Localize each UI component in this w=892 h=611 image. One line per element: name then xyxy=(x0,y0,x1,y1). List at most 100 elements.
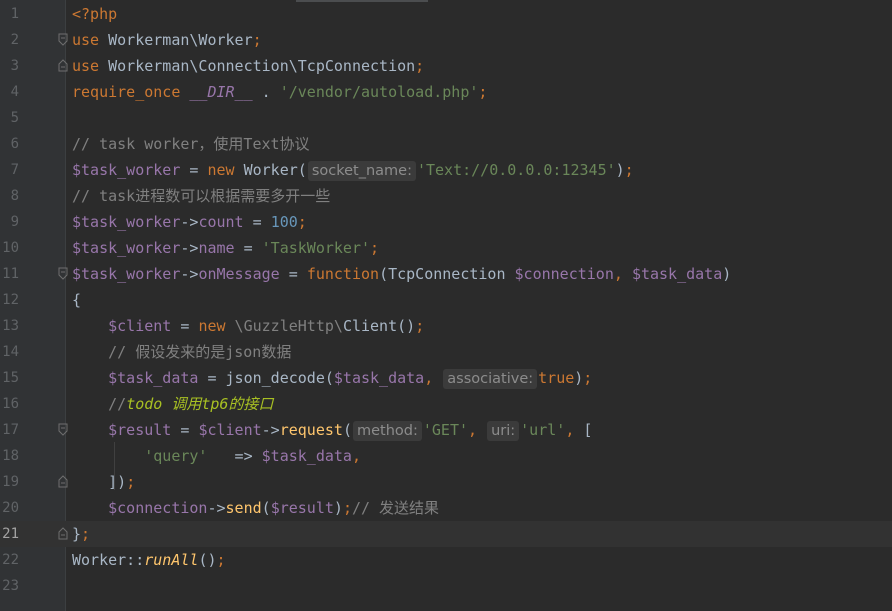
code-text: // task worker，使用Text协议 xyxy=(72,134,310,154)
code-text: $task_worker->onMessage = function(TcpCo… xyxy=(72,264,731,284)
code-token: ; xyxy=(216,551,226,569)
fold-end-icon[interactable] xyxy=(58,59,68,72)
code-token: new xyxy=(207,161,235,179)
code-text: // task进程数可以根据需要多开一些 xyxy=(72,186,330,206)
code-editor[interactable]: 1 <?php 2 use Workerman\Worker; 3 use Workerm… xyxy=(0,0,892,611)
code-token: $client xyxy=(108,317,172,335)
code-token: 'TaskWorker' xyxy=(261,239,371,257)
code-line[interactable]: 21}; xyxy=(0,521,892,547)
code-line[interactable]: 8 // task进程数可以根据需要多开一些 xyxy=(0,183,892,209)
code-line[interactable]: 14 // 假设发来的是json数据 xyxy=(0,339,892,365)
code-token: , xyxy=(351,447,361,465)
code-text: require_once __DIR__ . '/vendor/autoload… xyxy=(72,82,487,102)
code-text: { xyxy=(72,290,81,310)
code-line[interactable]: 5 xyxy=(0,105,892,131)
code-line[interactable]: 11 $task_worker->onMessage = function(Tcp… xyxy=(0,261,892,287)
code-line[interactable]: 13 $client = new \GuzzleHttp\Client(); xyxy=(0,313,892,339)
code-text: $client = new \GuzzleHttp\Client(); xyxy=(72,316,424,336)
code-token: todo 调用tp6的接口 xyxy=(126,395,274,413)
code-line[interactable]: 16 //todo 调用tp6的接口 xyxy=(0,391,892,417)
code-token: // xyxy=(72,395,127,413)
code-token: -> xyxy=(180,239,199,257)
code-token: 'Text://0.0.0.0:12345' xyxy=(416,161,616,179)
code-line[interactable]: 9 $task_worker->count = 100; xyxy=(0,209,892,235)
fold-end-icon[interactable] xyxy=(58,527,68,540)
line-number: 20 xyxy=(2,500,19,516)
line-number: 5 xyxy=(10,110,19,126)
line-number: 19 xyxy=(2,474,19,490)
code-token: ( xyxy=(261,499,271,517)
code-token: request xyxy=(279,421,343,439)
code-token: use xyxy=(72,31,100,49)
code-token: = json_decode( xyxy=(198,369,334,387)
code-token: 'GET' xyxy=(422,421,469,439)
line-number: 3 xyxy=(10,58,19,74)
fold-start-icon[interactable] xyxy=(58,33,68,46)
code-line[interactable]: 2 use Workerman\Worker; xyxy=(0,27,892,53)
code-line[interactable]: 18 'query' => $task_data, xyxy=(0,443,892,469)
code-text: $result = $client->request(method: 'GET',… xyxy=(72,420,592,441)
code-line[interactable]: 3 use Workerman\Connection\TcpConnection; xyxy=(0,53,892,79)
code-token: $task_worker xyxy=(72,213,181,231)
code-line[interactable]: 15 $task_data = json_decode($task_data, … xyxy=(0,365,892,391)
line-number: 2 xyxy=(10,32,19,48)
code-token: $task_data xyxy=(333,369,425,387)
code-token: ; xyxy=(478,83,488,101)
fold-start-icon[interactable] xyxy=(58,423,68,436)
line-number: 17 xyxy=(2,422,19,438)
line-number: 21 xyxy=(2,526,19,542)
code-line[interactable]: 17 $result = $client->request(method: 'GE… xyxy=(0,417,892,443)
code-token: ; xyxy=(624,161,634,179)
code-text: ]); xyxy=(72,472,135,492)
code-token: ) xyxy=(333,499,343,517)
fold-end-icon[interactable] xyxy=(58,475,68,488)
code-token: { xyxy=(72,291,82,309)
code-token: , xyxy=(613,265,632,283)
code-text: use Workerman\Worker; xyxy=(72,30,262,50)
code-line[interactable]: 1 <?php xyxy=(0,1,892,27)
code-line[interactable]: 19 ]); xyxy=(0,469,892,495)
line-number: 4 xyxy=(10,84,19,100)
code-token: Worker:: xyxy=(72,551,145,569)
line-number: 1 xyxy=(10,6,19,22)
code-token: $task_worker xyxy=(72,239,181,257)
code-token: '/vendor/autoload.php' xyxy=(279,83,479,101)
code-token: ) xyxy=(722,265,732,283)
code-line[interactable]: 12 { xyxy=(0,287,892,313)
code-token: $connection xyxy=(514,265,614,283)
code-token: $task_data xyxy=(261,447,352,465)
code-line[interactable]: 20 $connection->send($result);// 发送结果 xyxy=(0,495,892,521)
code-token: ; xyxy=(342,499,352,517)
code-text: use Workerman\Connection\TcpConnection; xyxy=(72,56,424,76)
code-token: 'url' xyxy=(520,421,566,439)
fold-start-icon[interactable] xyxy=(58,267,68,280)
code-line[interactable]: 23 xyxy=(0,573,892,599)
code-text: $task_worker->name = 'TaskWorker'; xyxy=(72,238,379,258)
code-token: = xyxy=(180,161,208,179)
code-line[interactable]: 22 Worker::runAll(); xyxy=(0,547,892,573)
code-token: use xyxy=(72,57,100,75)
code-line[interactable]: 10 $task_worker->name = 'TaskWorker'; xyxy=(0,235,892,261)
code-token: ]) xyxy=(72,473,127,491)
code-token: $connection xyxy=(108,499,208,517)
code-line[interactable]: 4 require_once __DIR__ . '/vendor/autoloa… xyxy=(0,79,892,105)
code-token: runAll xyxy=(144,551,199,569)
code-token: ) xyxy=(574,369,584,387)
code-token: ; xyxy=(415,57,425,75)
indent-guide xyxy=(114,442,115,490)
code-line[interactable]: 7 $task_worker = new Worker(socket_name: '… xyxy=(0,157,892,183)
code-text: $task_worker->count = 100; xyxy=(72,212,307,232)
code-token: count xyxy=(198,213,244,231)
code-token: -> xyxy=(180,265,199,283)
line-number: 18 xyxy=(2,448,19,464)
code-token: ; xyxy=(126,473,136,491)
code-text: $task_data = json_decode($task_data, ass… xyxy=(72,368,592,389)
code-token: $task_data xyxy=(631,265,723,283)
line-number: 15 xyxy=(2,370,19,386)
code-line[interactable]: 6 // task worker，使用Text协议 xyxy=(0,131,892,157)
code-token: } xyxy=(72,525,82,543)
code-token: // 假设发来的是json数据 xyxy=(72,343,292,361)
code-token: = xyxy=(243,213,271,231)
